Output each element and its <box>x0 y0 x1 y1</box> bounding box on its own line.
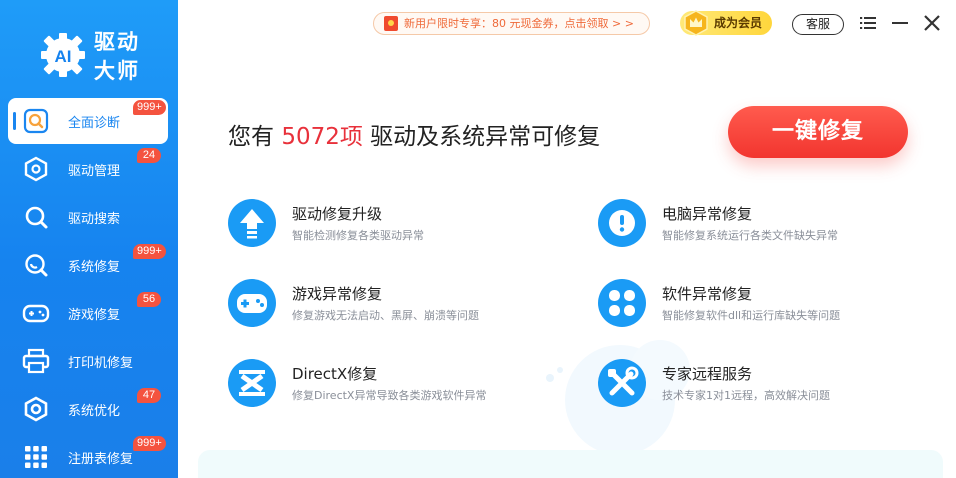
app-logo: AI 驱动 大师 <box>40 28 150 88</box>
feature-description: 修复DirectX异常导致各类游戏软件异常 <box>292 389 487 402</box>
bottom-panel <box>198 450 943 478</box>
app-name-line2: 大师 <box>94 59 140 83</box>
sidebar-item-label: 全面诊断 <box>68 116 121 131</box>
sidebar-item-system-optimize[interactable]: 系统优化 47 <box>8 386 168 432</box>
promo-text: 新用户限时专享：80 元现金券，点击领取 > > <box>404 17 634 30</box>
sidebar-item-label: 驱动管理 <box>68 164 121 179</box>
printer-icon <box>22 348 50 374</box>
ai-gear-logo-icon: AI <box>41 33 85 77</box>
scan-icon <box>23 108 49 134</box>
sidebar: AI 驱动 大师 全面诊断 999+ 驱动管理 24 驱动搜索 系统修复 999… <box>0 0 178 478</box>
wrench-icon <box>25 254 48 277</box>
feature-software-error-repair[interactable]: 软件异常修复 智能修复软件dll和运行库缺失等问题 <box>598 279 918 335</box>
count-badge: 56 <box>137 292 161 307</box>
app-name-line1: 驱动 <box>94 30 140 54</box>
sidebar-item-printer-repair[interactable]: 打印机修复 <box>8 338 168 384</box>
grid-icon <box>25 446 47 468</box>
app-name: 驱动 大师 <box>94 28 140 86</box>
feature-title: DirectX修复 <box>292 365 378 383</box>
feature-expert-remote-service[interactable]: 专家远程服务 技术专家1对1远程，高效解决问题 <box>598 359 918 415</box>
gamepad-icon <box>22 304 50 323</box>
close-icon[interactable] <box>923 14 941 32</box>
sidebar-item-label: 游戏修复 <box>68 308 121 323</box>
issue-count: 5072项 <box>281 124 363 150</box>
one-click-fix-button[interactable]: 一键修复 <box>728 106 908 158</box>
feature-title: 驱动修复升级 <box>292 205 383 223</box>
count-badge: 24 <box>137 148 161 163</box>
vip-label: 成为会员 <box>714 16 763 30</box>
active-indicator <box>13 112 16 130</box>
sidebar-item-label: 驱动搜索 <box>68 212 121 227</box>
crown-icon <box>684 10 708 36</box>
hexagon-icon <box>24 156 48 182</box>
feature-directx-repair[interactable]: DirectX修复 修复DirectX异常导致各类游戏软件异常 <box>228 359 548 415</box>
tools-icon <box>598 359 646 407</box>
feature-description: 智能修复软件dll和运行库缺失等问题 <box>662 309 841 322</box>
sidebar-item-label: 注册表修复 <box>68 452 134 467</box>
sidebar-item-registry-repair[interactable]: 注册表修复 999+ <box>8 434 168 478</box>
feature-title: 游戏异常修复 <box>292 285 383 303</box>
feature-game-error-repair[interactable]: 游戏异常修复 修复游戏无法启动、黑屏、崩溃等问题 <box>228 279 548 335</box>
sidebar-item-label: 系统优化 <box>68 404 121 419</box>
gift-icon <box>384 16 398 31</box>
sidebar-item-system-repair[interactable]: 系统修复 999+ <box>8 242 168 288</box>
feature-description: 智能修复系统运行各类文件缺失异常 <box>662 229 838 242</box>
sidebar-item-game-repair[interactable]: 游戏修复 56 <box>8 290 168 336</box>
search-icon <box>25 206 48 229</box>
gear-icon <box>24 396 48 422</box>
promo-banner[interactable]: 新用户限时专享：80 元现金券，点击领取 > > <box>373 12 650 35</box>
feature-title: 电脑异常修复 <box>662 205 753 223</box>
feature-pc-error-repair[interactable]: 电脑异常修复 智能修复系统运行各类文件缺失异常 <box>598 199 918 255</box>
customer-service-button[interactable]: 客服 <box>792 14 844 35</box>
become-vip-button[interactable]: 成为会员 <box>680 10 772 36</box>
apps-icon <box>598 279 646 327</box>
count-badge: 999+ <box>133 100 166 115</box>
alert-icon <box>598 199 646 247</box>
sidebar-item-driver-management[interactable]: 驱动管理 24 <box>8 146 168 192</box>
sidebar-item-full-diagnosis[interactable]: 全面诊断 999+ <box>8 98 168 144</box>
count-badge: 47 <box>137 388 161 403</box>
directx-icon <box>228 359 276 407</box>
feature-title: 专家远程服务 <box>662 365 753 383</box>
headline-suffix: 驱动及系统异常可修复 <box>370 124 601 150</box>
issue-summary-headline: 您有 5072项 驱动及系统异常可修复 <box>228 117 600 151</box>
menu-icon[interactable] <box>859 14 877 32</box>
headline-prefix: 您有 <box>228 124 274 150</box>
sidebar-item-label: 打印机修复 <box>68 356 134 371</box>
feature-driver-repair-upgrade[interactable]: 驱动修复升级 智能检测修复各类驱动异常 <box>228 199 548 255</box>
sidebar-item-driver-search[interactable]: 驱动搜索 <box>8 194 168 240</box>
minimize-icon[interactable] <box>891 14 909 32</box>
feature-description: 技术专家1对1远程，高效解决问题 <box>662 389 830 402</box>
svg-text:AI: AI <box>55 47 72 66</box>
sidebar-item-label: 系统修复 <box>68 260 121 275</box>
feature-title: 软件异常修复 <box>662 285 753 303</box>
count-badge: 999+ <box>133 244 166 259</box>
feature-description: 智能检测修复各类驱动异常 <box>292 229 424 242</box>
feature-description: 修复游戏无法启动、黑屏、崩溃等问题 <box>292 309 479 322</box>
upgrade-arrow-icon <box>228 199 276 247</box>
gamepad-icon <box>228 279 276 327</box>
count-badge: 999+ <box>133 436 166 451</box>
